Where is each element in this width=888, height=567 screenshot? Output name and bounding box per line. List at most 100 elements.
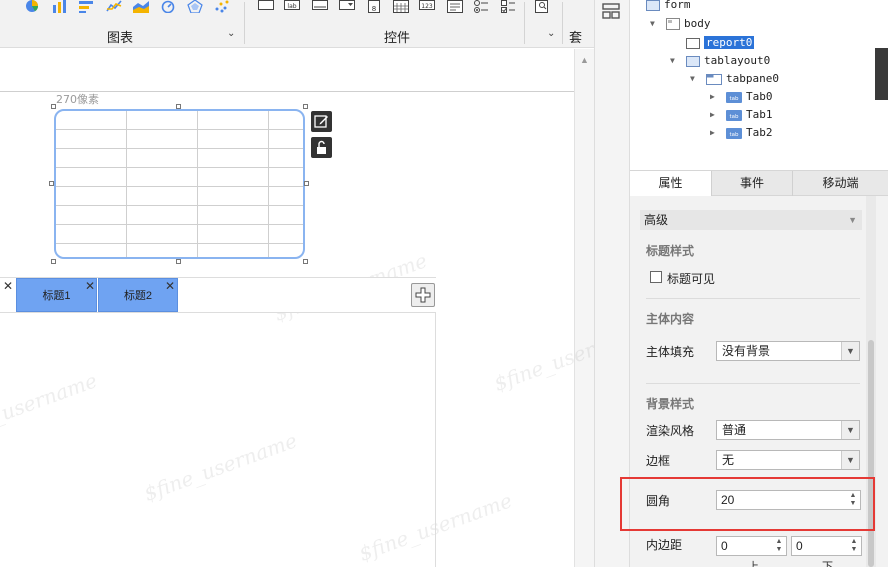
add-tab-button[interactable]	[411, 283, 435, 307]
grid-row-line	[56, 243, 303, 244]
property-scrollbar-thumb[interactable]	[868, 340, 874, 567]
advanced-section-header[interactable]: 高级 ▼	[640, 210, 862, 230]
spinner-down-icon[interactable]: ▼	[848, 546, 860, 554]
tab-body-border	[435, 313, 436, 567]
tab-events[interactable]: 事件	[712, 171, 793, 196]
expand-arrow-icon[interactable]: ▼	[650, 16, 655, 32]
padding-bottom-caption: 下	[822, 561, 833, 567]
checkbox-widget-icon[interactable]	[500, 0, 516, 13]
tree-node-label: form	[664, 0, 691, 11]
tree-node-tab2[interactable]: ▶ tab Tab2	[710, 125, 773, 141]
resize-handle[interactable]	[303, 104, 308, 109]
resize-handle[interactable]	[176, 104, 181, 109]
text-field-widget-icon[interactable]	[312, 0, 328, 13]
spinner-up-icon[interactable]: ▲	[848, 538, 860, 546]
area-chart-icon[interactable]	[133, 0, 149, 13]
tree-node-report0[interactable]: report0	[686, 35, 755, 51]
report-widget[interactable]	[54, 109, 305, 259]
chevron-down-icon[interactable]: ⌄	[227, 28, 235, 39]
tree-node-label: tabpane0	[726, 72, 779, 85]
line-chart-icon[interactable]	[106, 0, 122, 13]
tree-node-tablayout0[interactable]: ▼ tablayout0	[670, 53, 771, 69]
tree-node-tabpane0[interactable]: ▼ tabpane0	[690, 71, 779, 87]
close-icon[interactable]: ✕	[85, 279, 95, 293]
tab-properties[interactable]: 属性	[630, 171, 712, 196]
padding-top-input[interactable]: 0 ▲ ▼	[716, 536, 787, 556]
search-widget-icon[interactable]	[535, 0, 551, 13]
tab-mobile[interactable]: 移动端	[793, 171, 888, 196]
edit-icon[interactable]	[311, 111, 332, 132]
radio-widget-icon[interactable]	[473, 0, 489, 13]
expand-arrow-icon[interactable]: ▼	[670, 53, 675, 69]
group-divider	[562, 2, 563, 44]
component-tree-icon[interactable]	[602, 3, 620, 22]
highlight-annotation-box	[620, 477, 875, 531]
title-visible-label: 标题可见	[667, 272, 716, 286]
padding-bottom-input[interactable]: 0 ▲ ▼	[791, 536, 862, 556]
resize-handle[interactable]	[51, 259, 56, 264]
canvas-scrollbar[interactable]: ▲	[574, 49, 594, 567]
svg-text:lab: lab	[287, 3, 296, 10]
expand-arrow-icon[interactable]: ▶	[710, 89, 715, 105]
resize-handle[interactable]	[51, 104, 56, 109]
group-divider	[244, 2, 245, 44]
grid-col-line	[126, 111, 127, 257]
spinner-up-icon[interactable]: ▲	[773, 538, 785, 546]
expand-arrow-icon[interactable]: ▶	[710, 107, 715, 123]
horizontal-bar-icon[interactable]	[79, 0, 95, 13]
pie-chart-icon[interactable]	[24, 0, 40, 13]
render-style-select[interactable]: 普通 ▼	[716, 420, 860, 440]
grid-row-line	[56, 186, 303, 187]
border-select[interactable]: 无 ▼	[716, 450, 860, 470]
resize-handle[interactable]	[49, 181, 54, 186]
section-divider	[646, 298, 860, 299]
grid-row-line	[56, 148, 303, 149]
label-widget-icon[interactable]: lab	[284, 0, 300, 13]
section-divider	[646, 383, 860, 384]
tree-node-label: tablayout0	[704, 54, 771, 67]
tree-node-form[interactable]: form	[646, 0, 691, 13]
tree-node-tab0[interactable]: ▶ tab Tab0	[710, 89, 773, 105]
close-icon[interactable]: ✕	[165, 279, 175, 293]
scatter-chart-icon[interactable]	[214, 0, 230, 13]
body-fill-select[interactable]: 没有背景 ▼	[716, 341, 860, 361]
grid-row-line	[56, 205, 303, 206]
bar-chart-icon[interactable]	[52, 0, 68, 13]
button-widget-icon[interactable]	[258, 0, 274, 13]
gauge-chart-icon[interactable]	[160, 0, 176, 13]
text-area-widget-icon[interactable]	[447, 0, 463, 13]
unlock-icon[interactable]	[311, 137, 332, 158]
group-label-charts: 图表	[107, 30, 134, 45]
chevron-down-icon[interactable]: ▼	[841, 421, 859, 439]
tree-node-tab1[interactable]: ▶ tab Tab1	[710, 107, 773, 123]
tree-node-label: Tab0	[746, 90, 773, 103]
calendar-widget-icon[interactable]	[393, 0, 409, 13]
title-visible-checkbox[interactable]	[650, 271, 662, 283]
dropdown-widget-icon[interactable]	[339, 0, 355, 13]
chevron-down-icon[interactable]: ▼	[841, 451, 859, 469]
expand-arrow-icon[interactable]: ▼	[690, 71, 695, 87]
grid-row-line	[56, 167, 303, 168]
scroll-up-arrow-icon[interactable]: ▲	[580, 55, 589, 65]
border-value: 无	[722, 453, 735, 467]
adjacent-panel-edge	[875, 48, 888, 100]
expand-arrow-icon[interactable]: ▶	[710, 125, 715, 141]
chevron-down-icon[interactable]: ▼	[841, 342, 859, 360]
spinner-down-icon[interactable]: ▼	[773, 546, 785, 554]
grid-col-line	[197, 111, 198, 257]
border-label: 边框	[646, 454, 671, 468]
collapse-arrow-icon[interactable]: ▼	[848, 210, 857, 230]
date-widget-icon[interactable]: 8	[366, 0, 382, 13]
height-indicator-label: 270像素	[56, 93, 99, 106]
tree-node-body[interactable]: ▼ body	[650, 16, 711, 32]
chevron-down-icon[interactable]: ⌄	[547, 28, 555, 39]
close-icon[interactable]: ✕	[3, 279, 13, 293]
tab-icon-text: tab	[729, 114, 739, 120]
number-widget-icon[interactable]: 123	[419, 0, 435, 13]
padding-top-caption: 上	[748, 561, 759, 567]
title-style-heading: 标题样式	[646, 244, 695, 258]
resize-handle[interactable]	[176, 259, 181, 264]
resize-handle[interactable]	[303, 259, 308, 264]
radar-chart-icon[interactable]	[187, 0, 203, 13]
resize-handle[interactable]	[304, 181, 309, 186]
